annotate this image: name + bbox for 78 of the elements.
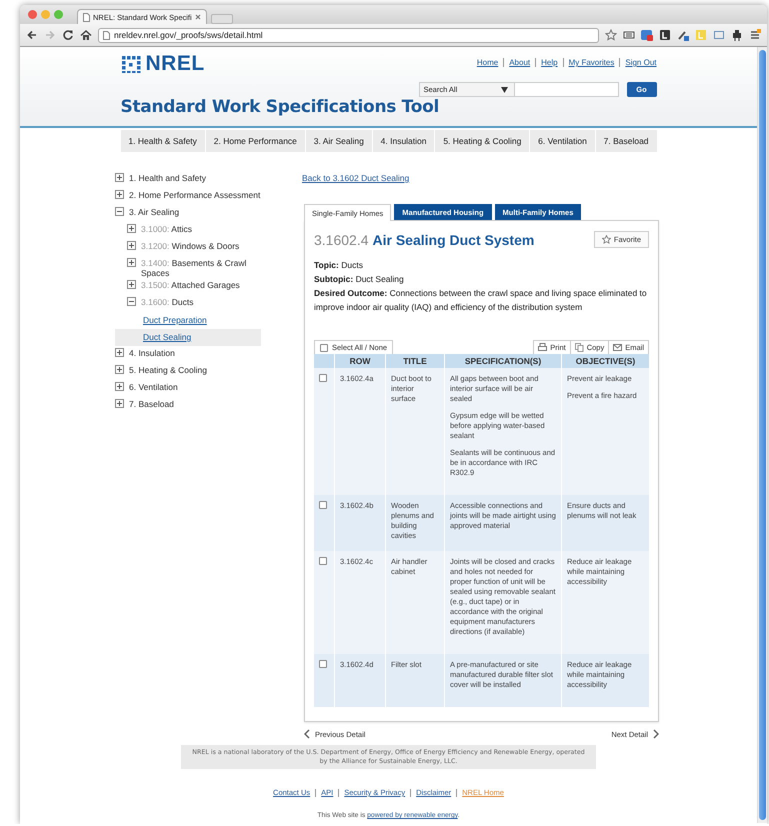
caret-icon (500, 86, 508, 92)
expand-icon[interactable] (115, 365, 124, 374)
tree-link[interactable]: Duct Sealing (115, 329, 261, 346)
detail-number: 3.1602.4 (314, 232, 368, 248)
star-icon (602, 235, 611, 244)
collapse-icon[interactable] (115, 207, 124, 216)
site-title: Standard Work Specifications Tool (120, 97, 440, 117)
expand-icon[interactable] (127, 258, 136, 267)
extension-icon[interactable] (677, 29, 689, 41)
tree-item[interactable]: 7. Baseload (129, 399, 180, 409)
header-link[interactable]: Home (472, 58, 504, 67)
expand-icon[interactable] (115, 399, 124, 408)
column-header: SPECIFICATION(S) (444, 354, 562, 368)
nav-tab[interactable]: 4. Insulation (372, 130, 436, 152)
star-icon[interactable] (605, 29, 617, 41)
detail-field: Desired Outcome: Connections between the crawl space and living space eliminated to improve indoor air quality (IAQ) and efficiency of the distribution system (314, 286, 649, 314)
address-field[interactable]: nreldev.nrel.gov/_proofs/sws/detail.html (98, 28, 599, 42)
logo-text: NREL (146, 52, 205, 76)
detail-field: Topic: Ducts (314, 258, 649, 272)
column-header: TITLE (386, 354, 444, 368)
tree-item[interactable]: 1. Health and Safety (129, 173, 212, 183)
back-icon[interactable] (26, 29, 38, 41)
close-icon[interactable] (194, 14, 201, 20)
tree-link[interactable]: Duct Preparation (115, 312, 275, 329)
row-checkbox[interactable] (319, 660, 327, 668)
page-icon (103, 30, 110, 40)
tree-item[interactable]: 2. Home Performance Assessment (129, 190, 266, 200)
header-link[interactable]: About (503, 58, 536, 67)
expand-icon[interactable] (127, 224, 136, 233)
nav-tab[interactable]: 1. Health & Safety (120, 130, 206, 152)
chevron-left-icon (304, 729, 310, 739)
header-link[interactable]: My Favorites (562, 58, 620, 67)
header-link[interactable]: Help (535, 58, 563, 67)
expand-icon[interactable] (115, 382, 124, 391)
back-link[interactable]: Back to 3.1602 Duct Sealing (302, 173, 410, 183)
nav-tab[interactable]: 2. Home Performance (206, 130, 306, 152)
home-icon[interactable] (80, 29, 92, 41)
expand-icon[interactable] (115, 348, 124, 357)
menu-icon[interactable] (749, 29, 761, 41)
extension-icon[interactable] (659, 29, 671, 41)
header-link[interactable]: Sign Out (619, 58, 656, 67)
tree-item[interactable]: 3.1600: Ducts (141, 297, 200, 307)
column-header: OBJECTIVE(S) (562, 354, 649, 368)
row-checkbox[interactable] (319, 501, 327, 509)
nav-tab[interactable]: 5. Heating & Cooling (435, 130, 530, 152)
nav-tab[interactable]: 3. Air Sealing (306, 130, 373, 152)
expand-icon[interactable] (115, 173, 124, 182)
extension-icon[interactable] (731, 29, 743, 41)
collapse-icon[interactable] (127, 297, 136, 306)
column-header: ROW (334, 354, 386, 368)
tree-item[interactable]: 3.1000: Attics (141, 224, 198, 234)
tree-item[interactable]: 6. Ventilation (129, 382, 184, 392)
expand-icon[interactable] (127, 241, 136, 250)
printer-icon (538, 343, 548, 352)
reload-icon[interactable] (62, 29, 74, 41)
tree-item[interactable]: 3.1200: Windows & Doors (141, 241, 246, 251)
tree-item[interactable]: 3.1400: Basements & Crawl Spaces (141, 258, 275, 278)
tree-item[interactable]: 3. Air Sealing (129, 207, 186, 217)
scroll-bar[interactable] (759, 50, 766, 820)
tree-item[interactable]: 4. Insulation (129, 348, 181, 358)
logo-icon (120, 55, 142, 73)
close-button[interactable] (28, 10, 37, 19)
expand-icon[interactable] (127, 280, 136, 289)
search-field[interactable] (514, 82, 618, 97)
copy-icon (574, 343, 584, 352)
chevron-right-icon (653, 729, 659, 739)
tree-item[interactable]: 5. Heating & Cooling (129, 365, 213, 375)
expand-icon[interactable] (115, 190, 124, 199)
detail-field: Subtopic: Duct Sealing (314, 272, 649, 286)
row-checkbox[interactable] (319, 374, 327, 382)
envelope-icon (613, 343, 622, 352)
nav-tab[interactable]: 6. Ventilation (530, 130, 596, 152)
page-icon (83, 12, 90, 22)
nav-tab[interactable]: 7. Baseload (596, 130, 656, 152)
keyboard-icon[interactable] (623, 29, 635, 41)
tree-item[interactable]: 3.1500: Attached Garages (141, 280, 246, 290)
row-checkbox[interactable] (319, 557, 327, 565)
detail-title: Air Sealing Duct System (372, 232, 534, 248)
